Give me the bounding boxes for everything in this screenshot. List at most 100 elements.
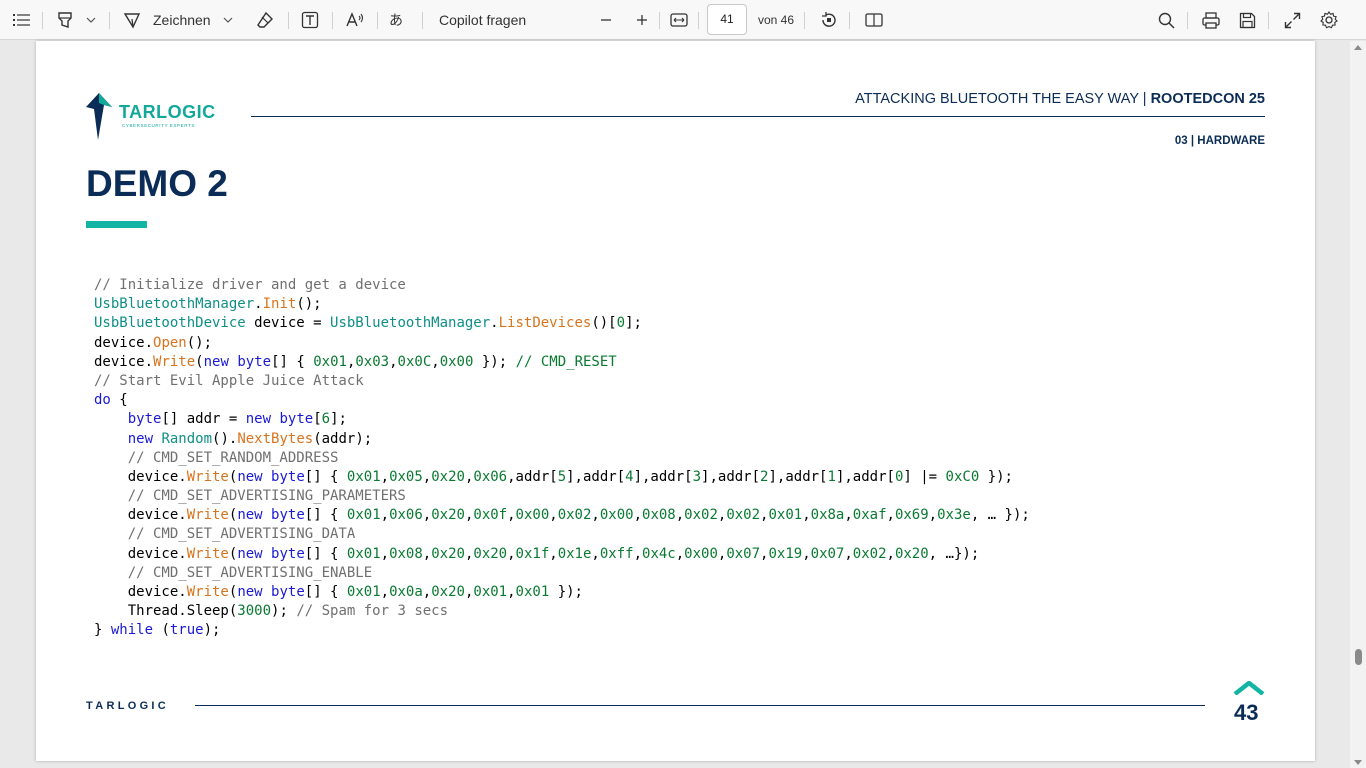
draw-pen-icon[interactable] (123, 0, 141, 40)
code-token: 0x00 (684, 545, 718, 562)
header-rule (251, 116, 1265, 117)
scrollbar-thumb[interactable] (1355, 649, 1362, 665)
scroll-up-icon[interactable] (1354, 45, 1362, 50)
search-icon[interactable] (1158, 0, 1175, 40)
code-token: 1 (827, 468, 836, 485)
code-token: , (591, 545, 600, 562)
code-token: 0x20 (431, 545, 465, 562)
code-token: , … }); (970, 507, 1030, 524)
code-token: UsbBluetoothManager (94, 296, 255, 313)
pdf-page: TARLOGIC CYBERSECURITY EXPERTS ATTACKING… (36, 41, 1315, 761)
code-token: 0x3e (937, 507, 971, 524)
logo-tagline: CYBERSECURITY EXPERTS (122, 123, 195, 128)
slide-header-event: ROOTEDCON 25 (1150, 91, 1265, 107)
fit-width-icon[interactable] (670, 0, 688, 40)
code-token: 0x06 (389, 507, 423, 524)
code-token: ( (195, 353, 204, 370)
code-token: , (389, 353, 398, 370)
code-token: device. (94, 334, 154, 351)
code-token: ] |= (903, 468, 946, 485)
zoom-in-icon[interactable] (636, 0, 648, 40)
code-token: . (254, 296, 263, 313)
code-token: new (127, 430, 154, 447)
logo-mark-icon (86, 93, 112, 145)
text-box-icon[interactable] (301, 0, 319, 40)
code-token: ,addr[ (507, 468, 558, 485)
highlight-chevron-down-icon[interactable] (86, 0, 96, 40)
copilot-ask-button[interactable]: Copilot fragen (439, 0, 526, 40)
gear-icon[interactable] (1320, 0, 1338, 40)
translate-icon[interactable]: あ (389, 0, 409, 40)
save-icon[interactable] (1239, 0, 1256, 40)
code-token: // Start Evil Apple Juice Attack (94, 372, 364, 389)
rotate-icon[interactable] (820, 0, 838, 40)
code-token: new (237, 584, 263, 600)
code-token: 0x0C (397, 353, 432, 370)
code-token: device. (94, 584, 187, 600)
code-token: [] addr = (161, 411, 246, 428)
code-token: 0x4c (642, 545, 676, 562)
code-token: , (633, 545, 643, 562)
code-token: ListDevices (498, 315, 592, 332)
code-token: 0x01 (515, 584, 550, 600)
code-token: , (549, 507, 558, 524)
code-token: 0x02 (852, 545, 887, 562)
contents-icon[interactable] (13, 0, 31, 40)
draw-chevron-down-icon[interactable] (223, 0, 233, 40)
eraser-icon[interactable] (256, 0, 274, 40)
toolbar-divider (42, 12, 43, 29)
page-view-icon[interactable] (865, 0, 883, 40)
code-token: Thread.Sleep( (94, 603, 238, 620)
code-token: }); (979, 468, 1013, 485)
toolbar-divider (422, 12, 423, 29)
code-token: 0x02 (726, 507, 761, 524)
code-token: 3 (692, 468, 702, 485)
code-token: ],addr[ (633, 468, 693, 485)
slide-header-title: ATTACKING BLUETOOTH THE EASY WAY | ROOTE… (855, 91, 1265, 107)
code-token: 0x69 (894, 507, 929, 524)
code-token: device = (245, 315, 331, 332)
code-token: , (802, 507, 811, 524)
code-token: }); (473, 353, 516, 370)
code-token: ); (203, 622, 221, 639)
code-token: , (380, 507, 390, 524)
print-icon[interactable] (1202, 0, 1220, 40)
code-token: new (237, 468, 263, 485)
code-token: ],addr[ (701, 468, 761, 485)
code-line: UsbBluetoothManager.Init(); (94, 295, 1030, 314)
code-token: byte (237, 353, 272, 370)
code-block: // Initialize driver and get a device Usb… (94, 276, 1030, 641)
code-token: 0x01 (346, 584, 381, 600)
highlight-icon[interactable] (56, 0, 74, 40)
slide-heading: DEMO 2 (86, 163, 228, 204)
code-line: device.Write(new byte[] { 0x01,0x0a,0x20… (94, 583, 1030, 602)
read-aloud-icon[interactable] (346, 0, 364, 40)
code-token: (); (186, 334, 213, 351)
code-line: do { (94, 391, 1030, 410)
page-number-input[interactable]: 41 (707, 4, 747, 35)
toolbar-divider (698, 12, 699, 29)
vertical-scrollbar[interactable] (1350, 41, 1366, 768)
zoom-out-icon[interactable] (600, 0, 612, 40)
code-token: , (675, 545, 685, 562)
code-token: 0xaf (852, 507, 887, 524)
code-token: 0x03 (355, 353, 390, 370)
footer-brand: TARLOGIC (86, 700, 170, 712)
code-token: 3000 (237, 603, 272, 620)
code-token: , (422, 468, 432, 485)
code-token: ]; (625, 315, 642, 332)
scroll-down-icon[interactable] (1354, 760, 1362, 765)
code-token: (); (296, 296, 322, 313)
code-token: Write (153, 353, 196, 370)
code-line: device.Write(new byte[] { 0x01,0x05,0x20… (94, 468, 1030, 487)
fullscreen-icon[interactable] (1284, 0, 1301, 40)
code-line: // CMD_SET_ADVERTISING_DATA (94, 525, 1030, 544)
code-token: 5 (557, 468, 567, 485)
logo-wordmark: TARLOGIC (119, 102, 216, 122)
code-token: , (886, 507, 895, 524)
copilot-ask-label: Copilot fragen (439, 12, 527, 28)
draw-button[interactable]: Zeichnen (153, 0, 211, 40)
chevron-up-icon (1233, 680, 1265, 700)
